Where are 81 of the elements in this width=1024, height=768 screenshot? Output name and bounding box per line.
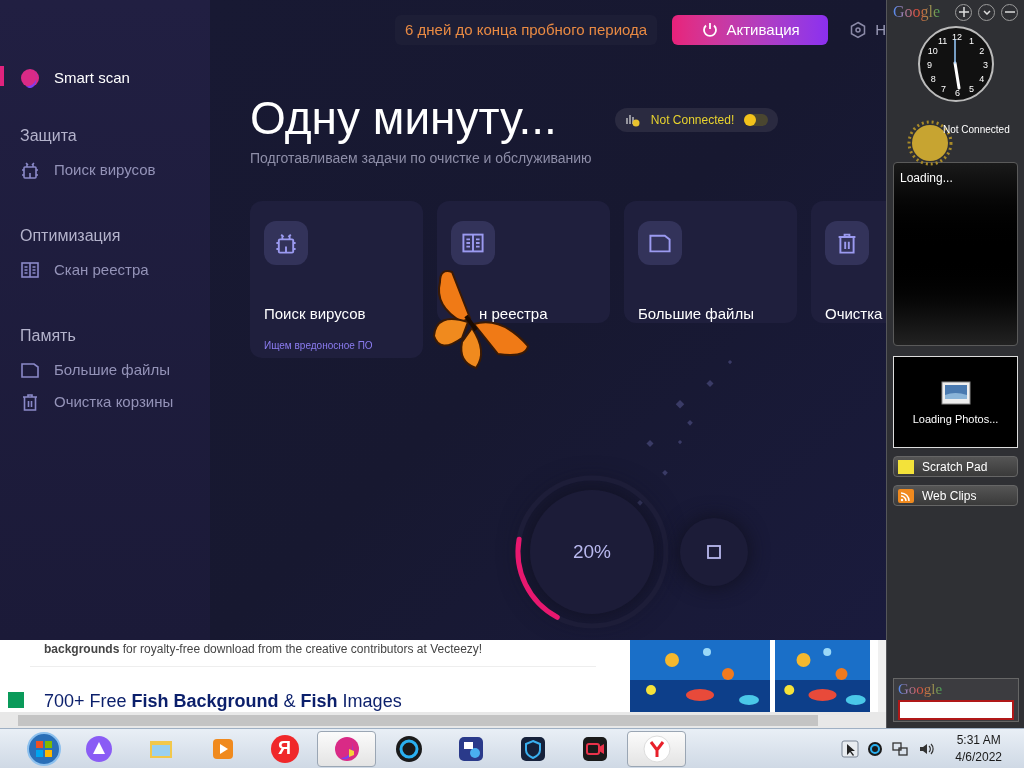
vertical-scrollbar[interactable] bbox=[878, 640, 886, 712]
task-card[interactable]: н реестра bbox=[437, 201, 610, 323]
book-icon bbox=[461, 231, 485, 255]
minimize-icon bbox=[1004, 11, 1015, 13]
clock-numeral: 3 bbox=[983, 61, 988, 70]
card-title: Очистка bbox=[825, 304, 884, 324]
ccleaner-app-icon bbox=[394, 734, 423, 763]
network-icon bbox=[891, 739, 910, 758]
page-heading: Одну минуту... bbox=[250, 91, 557, 146]
section-heading: Память bbox=[19, 326, 77, 346]
add-icon bbox=[958, 7, 969, 17]
cleaner-app-icon bbox=[332, 734, 361, 763]
scroll-thumb[interactable] bbox=[18, 714, 818, 726]
tray-time: 5:31 AM bbox=[956, 731, 1001, 749]
sidebar-item[interactable]: Поиск вирусов bbox=[0, 158, 210, 182]
gadget-button[interactable]: Web Clips bbox=[893, 485, 1018, 506]
power-icon bbox=[700, 21, 719, 39]
task-card[interactable]: Поиск вирусов Ищем вредоносное ПО bbox=[250, 201, 423, 358]
stop-icon bbox=[707, 545, 721, 559]
clock-numeral: 12 bbox=[952, 33, 962, 42]
photos-status: Loading Photos... bbox=[912, 412, 999, 427]
settings-icon bbox=[849, 21, 868, 39]
search-field[interactable] bbox=[898, 700, 1014, 720]
clock-numeral: 9 bbox=[927, 61, 932, 70]
result-link[interactable]: 700+ Free Fish Background & Fish Images bbox=[44, 692, 402, 711]
clock-numeral: 8 bbox=[930, 75, 936, 84]
recorder-app-icon bbox=[580, 734, 609, 763]
photo-app-icon bbox=[456, 734, 485, 763]
task-card[interactable]: Большие файлы bbox=[624, 201, 797, 323]
shield-app-icon bbox=[518, 734, 547, 763]
clock-numeral: 11 bbox=[938, 36, 948, 46]
clock-numeral: 5 bbox=[969, 85, 974, 95]
photo-icon bbox=[940, 381, 971, 405]
tray-date: 4/6/2022 bbox=[955, 748, 1002, 766]
bug-icon bbox=[274, 231, 298, 255]
connection-badge: Not Connected! bbox=[614, 108, 779, 132]
clock-numeral: 7 bbox=[941, 85, 946, 95]
gadget-button[interactable]: Scratch Pad bbox=[893, 456, 1018, 477]
clock-numeral: 4 bbox=[979, 75, 985, 84]
card-title: Большие файлы bbox=[638, 304, 755, 324]
result-snippet: backgrounds for royalty-free download from the creative contributors at Vecteezy! bbox=[44, 641, 483, 658]
folder-icon bbox=[20, 360, 40, 380]
card-title: н реестра bbox=[478, 304, 549, 324]
trial-notice: 6 дней до конца пробного периода bbox=[395, 15, 658, 45]
sidebar-item[interactable]: Большие файлы bbox=[0, 358, 210, 382]
ccleaner-tray-icon bbox=[867, 740, 884, 757]
note-icon bbox=[898, 459, 914, 474]
signal-warning-icon bbox=[624, 112, 641, 128]
trash-icon bbox=[20, 392, 40, 412]
sidebar-item[interactable]: Smart scan bbox=[0, 66, 210, 90]
site-icon bbox=[8, 692, 24, 708]
page-subheading: Подготавливаем задачи по очистке и обслуживанию bbox=[250, 149, 593, 168]
clock-hands-icon bbox=[953, 38, 962, 92]
card-title: Поиск вирусов bbox=[264, 304, 367, 324]
horizontal-scrollbar[interactable] bbox=[0, 712, 886, 728]
sidebar-item[interactable]: Очистка корзины bbox=[0, 390, 210, 414]
card-status: Ищем вредоносное ПО bbox=[264, 338, 374, 353]
settings-link[interactable]: Н bbox=[849, 18, 886, 42]
section-heading: Оптимизация bbox=[19, 226, 122, 246]
section-heading: Защита bbox=[19, 126, 78, 146]
weather-status: Not Connected bbox=[943, 123, 1010, 137]
windows-logo-icon bbox=[26, 730, 62, 767]
dropdown-icon bbox=[982, 9, 991, 15]
smart-scan-logo-icon bbox=[20, 68, 40, 88]
bug-icon bbox=[20, 160, 40, 180]
activate-button[interactable]: Активация bbox=[672, 15, 829, 45]
alice-app-icon bbox=[84, 734, 113, 763]
task-card[interactable]: Очистка bbox=[811, 201, 886, 323]
news-panel: Loading... bbox=[893, 162, 1018, 346]
clock-numeral: 1 bbox=[969, 36, 974, 46]
sidebar-item[interactable]: Скан реестра bbox=[0, 258, 210, 282]
toggle-icon bbox=[744, 114, 769, 126]
rss-icon bbox=[898, 488, 914, 503]
yandex-app-icon: Я bbox=[270, 734, 299, 763]
book-icon bbox=[20, 260, 40, 280]
clock-numeral: 10 bbox=[927, 47, 938, 56]
clock-numeral: 2 bbox=[979, 47, 985, 56]
browser-app-icon bbox=[642, 734, 671, 763]
taskbar-button[interactable]: Я bbox=[255, 730, 314, 767]
show-desktop-icon bbox=[841, 739, 860, 758]
clock-numeral: 6 bbox=[955, 89, 960, 98]
